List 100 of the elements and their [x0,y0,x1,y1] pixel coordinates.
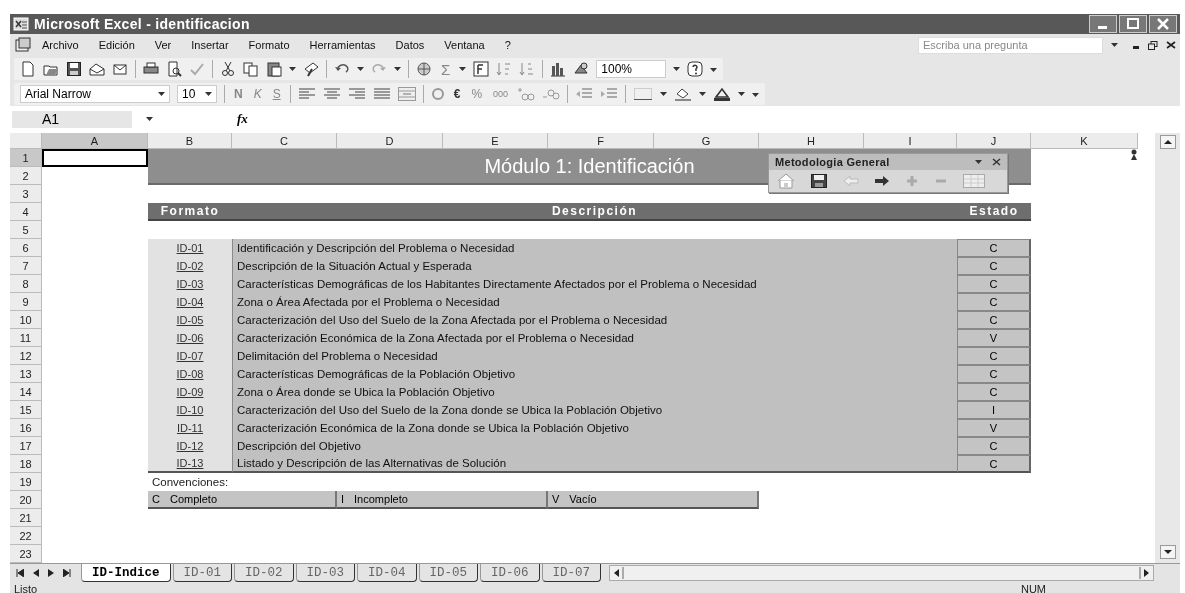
row-header[interactable]: 9 [10,293,42,311]
arrow-right-icon[interactable] [874,175,890,187]
format-link[interactable]: ID-04 [148,293,232,311]
save-icon[interactable] [66,61,82,77]
format-link[interactable]: ID-02 [148,257,232,275]
row-header[interactable]: 6 [10,239,42,257]
row-header[interactable]: 3 [10,185,42,203]
row-header[interactable]: 7 [10,257,42,275]
row-header[interactable]: 12 [10,347,42,365]
row-header[interactable]: 13 [10,365,42,383]
column-header[interactable]: D [337,133,443,149]
toolbar-options-icon[interactable] [710,66,718,72]
format-link[interactable]: ID-10 [148,401,232,419]
format-link[interactable]: ID-11 [148,419,232,437]
drawing-icon[interactable] [573,61,590,77]
euro-button[interactable]: € [451,87,463,101]
format-link[interactable]: ID-12 [148,437,232,455]
row-header[interactable]: 18 [10,455,42,473]
row-header[interactable]: 5 [10,221,42,239]
insert-function-button[interactable]: fx [237,111,248,127]
caret-icon[interactable] [738,92,746,96]
printer-icon[interactable] [143,61,159,77]
sheet-tab[interactable]: ID-Indice [81,564,171,582]
row-header[interactable]: 20 [10,491,42,509]
row-header[interactable]: 10 [10,311,42,329]
scroll-up-icon[interactable] [1159,135,1176,149]
fill-color-icon[interactable] [674,87,693,101]
help-search-field[interactable]: Escriba una pregunta [918,36,1103,54]
caret-icon[interactable] [146,117,153,121]
format-link[interactable]: ID-13 [148,455,232,473]
caret-icon[interactable] [205,92,212,96]
menu-item[interactable]: Formato [238,37,300,53]
row-header[interactable]: 8 [10,275,42,293]
font-size-field[interactable]: 10 [177,85,217,103]
row-header[interactable]: 15 [10,401,42,419]
row-header[interactable]: 2 [10,167,42,185]
row-header[interactable]: 19 [10,473,42,491]
format-link[interactable]: ID-08 [148,365,232,383]
paintbrush-icon[interactable] [303,61,319,77]
column-header[interactable]: K [1031,133,1138,149]
column-header[interactable]: E [443,133,548,149]
caret-icon[interactable] [357,67,364,71]
menu-item[interactable]: Ventana [434,37,495,53]
insert-function-icon[interactable] [473,61,490,77]
restore-icon[interactable] [1148,40,1158,50]
scissors-icon[interactable] [220,61,236,77]
column-header[interactable]: F [548,133,654,149]
borders-icon[interactable] [633,87,654,101]
workbook-icon[interactable] [14,37,32,53]
new-file-icon[interactable] [20,61,36,77]
first-sheet-icon[interactable] [16,569,24,577]
menu-item[interactable]: Archivo [32,37,89,53]
row-header[interactable]: 17 [10,437,42,455]
row-header[interactable]: 22 [10,527,42,545]
print-preview-icon[interactable] [166,61,182,77]
format-link[interactable]: ID-06 [148,329,232,347]
close-icon[interactable] [1166,41,1176,49]
column-header[interactable]: A [42,133,148,149]
menu-item[interactable]: Ver [144,37,182,53]
row-header[interactable]: 4 [10,203,42,221]
next-sheet-icon[interactable] [48,569,54,577]
row-header[interactable]: 11 [10,329,42,347]
globe-icon[interactable] [416,61,432,77]
row-header[interactable]: 21 [10,509,42,527]
caret-icon[interactable] [660,92,668,96]
copy-icon[interactable] [243,61,259,77]
column-header[interactable]: H [759,133,864,149]
format-link[interactable]: ID-03 [148,275,232,293]
row-header[interactable]: 14 [10,383,42,401]
close-icon[interactable] [992,158,1001,166]
format-link[interactable]: ID-05 [148,311,232,329]
column-header[interactable]: B [148,133,232,149]
menu-item[interactable]: Insertar [181,37,239,53]
caret-icon[interactable] [1111,43,1118,47]
caret-icon[interactable] [673,67,681,71]
menu-item[interactable]: ? [494,37,521,53]
horizontal-scrollbar[interactable] [609,565,1154,581]
bar-chart-icon[interactable] [550,61,567,77]
caret-icon[interactable] [289,67,296,71]
zoom-field[interactable]: 100% [596,60,667,78]
maximize-icon[interactable] [1119,15,1147,33]
caret-icon[interactable] [699,92,707,96]
envelope-icon[interactable] [89,61,105,77]
menu-item[interactable]: Herramientas [299,37,386,53]
last-sheet-icon[interactable] [63,569,71,577]
scroll-down-icon[interactable] [1159,545,1176,559]
active-cell[interactable] [42,149,148,167]
previous-sheet-icon[interactable] [33,569,39,577]
format-link[interactable]: ID-07 [148,347,232,365]
format-link[interactable]: ID-09 [148,383,232,401]
clipboard-icon[interactable] [266,61,282,77]
menu-item[interactable]: Edición [88,37,145,53]
column-header[interactable]: C [232,133,337,149]
name-box[interactable]: A1 [12,110,132,128]
caret-icon[interactable] [975,160,982,164]
column-header[interactable]: I [864,133,957,149]
merge-cells-icon[interactable] [397,87,416,101]
toolbar-options-icon[interactable] [752,91,760,97]
row-header[interactable]: 23 [10,545,42,563]
mail-icon[interactable] [112,61,128,77]
